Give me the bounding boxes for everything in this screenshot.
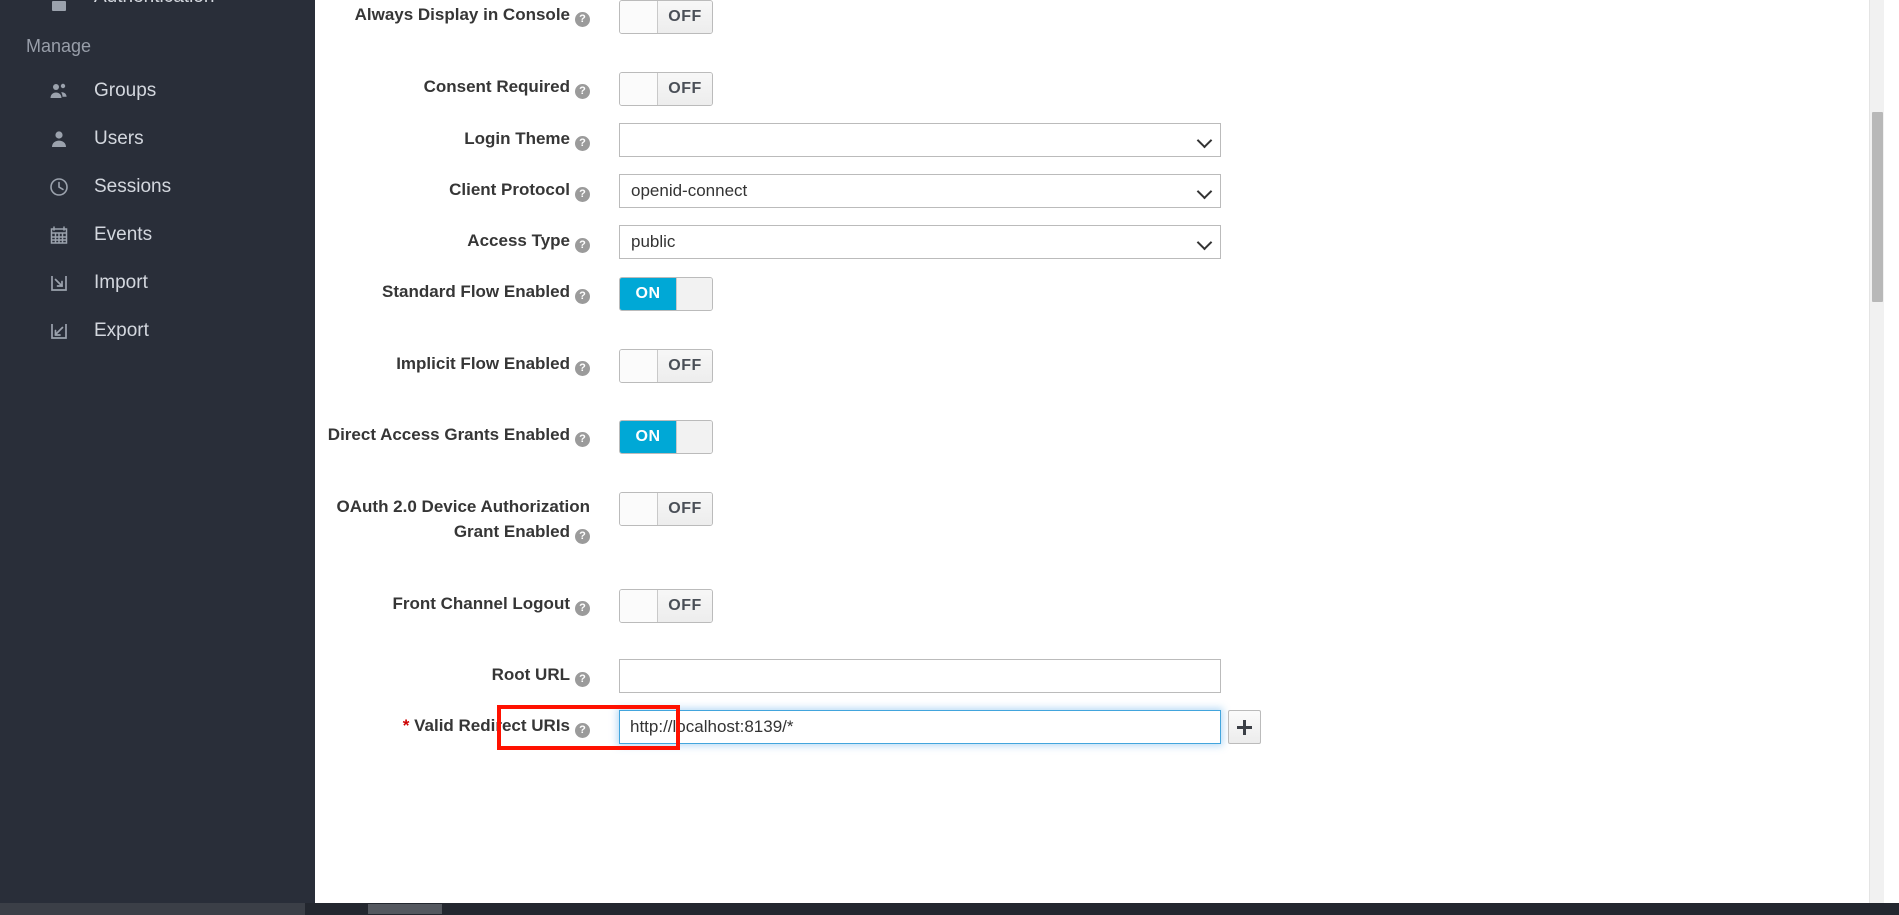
field-label: Direct Access Grants Enabled? (315, 422, 590, 447)
field-label: Standard Flow Enabled? (315, 279, 590, 304)
sidebar-item-export[interactable]: Export (0, 307, 315, 355)
sidebar-item-events[interactable]: Events (0, 211, 315, 259)
toggle-knob (620, 350, 658, 382)
sidebar-item-users[interactable]: Users (0, 115, 315, 163)
help-icon[interactable]: ? (575, 238, 590, 253)
toggle-front-channel-logout[interactable]: OFF (619, 589, 713, 623)
select-value: public (631, 232, 676, 251)
field-label: Always Display in Console? (315, 2, 590, 27)
toggle-knob (620, 73, 658, 105)
toggle-knob (620, 1, 658, 33)
toggle-consent-required[interactable]: OFF (619, 72, 713, 106)
export-arrow-icon (48, 320, 70, 342)
client-settings-form: Always Display in Console? OFF Consent R… (315, 0, 1884, 903)
sidebar-item-label: Import (94, 272, 148, 293)
field-label: Front Channel Logout? (315, 591, 590, 616)
sidebar-item-label: Authentication (94, 0, 214, 8)
select-access-type[interactable]: public (619, 225, 1221, 259)
field-label: * Valid Redirect URIs? (315, 713, 590, 738)
sidebar-item-label: Export (94, 320, 149, 341)
sidebar-item-label: Users (94, 128, 144, 149)
chevron-down-icon (1196, 183, 1213, 200)
root-url-input[interactable] (619, 659, 1221, 693)
horizontal-scrollbar-left-region (0, 903, 305, 915)
sidebar-item-sessions[interactable]: Sessions (0, 163, 315, 211)
toggle-state-label: OFF (658, 350, 712, 382)
help-icon[interactable]: ? (575, 289, 590, 304)
lock-icon (48, 0, 70, 14)
required-marker: * (402, 716, 410, 735)
toggle-knob (620, 493, 658, 525)
toggle-state-label: OFF (658, 1, 712, 33)
sidebar-item-label: Groups (94, 80, 157, 101)
chevron-down-icon (1196, 132, 1213, 149)
sidebar-item-label: Events (94, 224, 153, 245)
field-label: Implicit Flow Enabled? (315, 351, 590, 376)
help-icon[interactable]: ? (575, 723, 590, 738)
field-label: Login Theme? (315, 126, 590, 151)
sidebar-item-label: Sessions (94, 176, 172, 197)
valid-redirect-uris-input[interactable] (619, 710, 1221, 744)
field-label: Client Protocol? (315, 177, 590, 202)
toggle-state-label: OFF (658, 493, 712, 525)
toggle-state-label: ON (620, 421, 676, 453)
toggle-state-label: OFF (658, 73, 712, 105)
clock-icon (48, 176, 70, 198)
horizontal-scrollbar-thumb[interactable] (368, 904, 442, 914)
calendar-icon (48, 224, 70, 246)
help-icon[interactable]: ? (575, 672, 590, 687)
select-value: openid-connect (631, 181, 748, 200)
toggle-knob (676, 421, 712, 453)
select-login-theme[interactable] (619, 123, 1221, 157)
import-arrow-icon (48, 272, 70, 294)
help-icon[interactable]: ? (575, 187, 590, 202)
field-label: Root URL? (315, 662, 590, 687)
field-label: Access Type? (315, 228, 590, 253)
horizontal-scrollbar-track[interactable] (0, 903, 1899, 915)
vertical-scrollbar-thumb[interactable] (1872, 112, 1883, 302)
help-icon[interactable]: ? (575, 84, 590, 99)
user-icon (48, 128, 70, 150)
toggle-standard-flow-enabled[interactable]: ON (619, 277, 713, 311)
field-label: OAuth 2.0 Device Authorization Grant Ena… (336, 497, 590, 544)
help-icon[interactable]: ? (575, 432, 590, 447)
keycloak-admin-client-settings-page: Authentication Manage Groups Us (0, 0, 1899, 915)
chevron-down-icon (1196, 234, 1213, 251)
help-icon[interactable]: ? (575, 12, 590, 27)
sidebar-item-import[interactable]: Import (0, 259, 315, 307)
toggle-knob (676, 278, 712, 310)
groups-icon (48, 80, 70, 102)
sidebar-navigation: Authentication Manage Groups Us (0, 0, 315, 903)
help-icon[interactable]: ? (575, 529, 590, 544)
toggle-knob (620, 590, 658, 622)
sidebar-section-manage: Manage (26, 36, 92, 56)
toggle-implicit-flow-enabled[interactable]: OFF (619, 349, 713, 383)
help-icon[interactable]: ? (575, 136, 590, 151)
select-client-protocol[interactable]: openid-connect (619, 174, 1221, 208)
toggle-always-display-in-console[interactable]: OFF (619, 0, 713, 34)
toggle-oauth-device-authorization-grant-enabled[interactable]: OFF (619, 492, 713, 526)
toggle-state-label: ON (620, 278, 676, 310)
toggle-state-label: OFF (658, 590, 712, 622)
toggle-direct-access-grants-enabled[interactable]: ON (619, 420, 713, 454)
help-icon[interactable]: ? (575, 601, 590, 616)
add-redirect-uri-button[interactable] (1228, 710, 1261, 744)
field-label: Consent Required? (315, 74, 590, 99)
sidebar-item-authentication[interactable]: Authentication (0, 0, 315, 14)
help-icon[interactable]: ? (575, 361, 590, 376)
sidebar-item-groups[interactable]: Groups (0, 67, 315, 115)
vertical-scrollbar-track[interactable] (1869, 0, 1884, 903)
